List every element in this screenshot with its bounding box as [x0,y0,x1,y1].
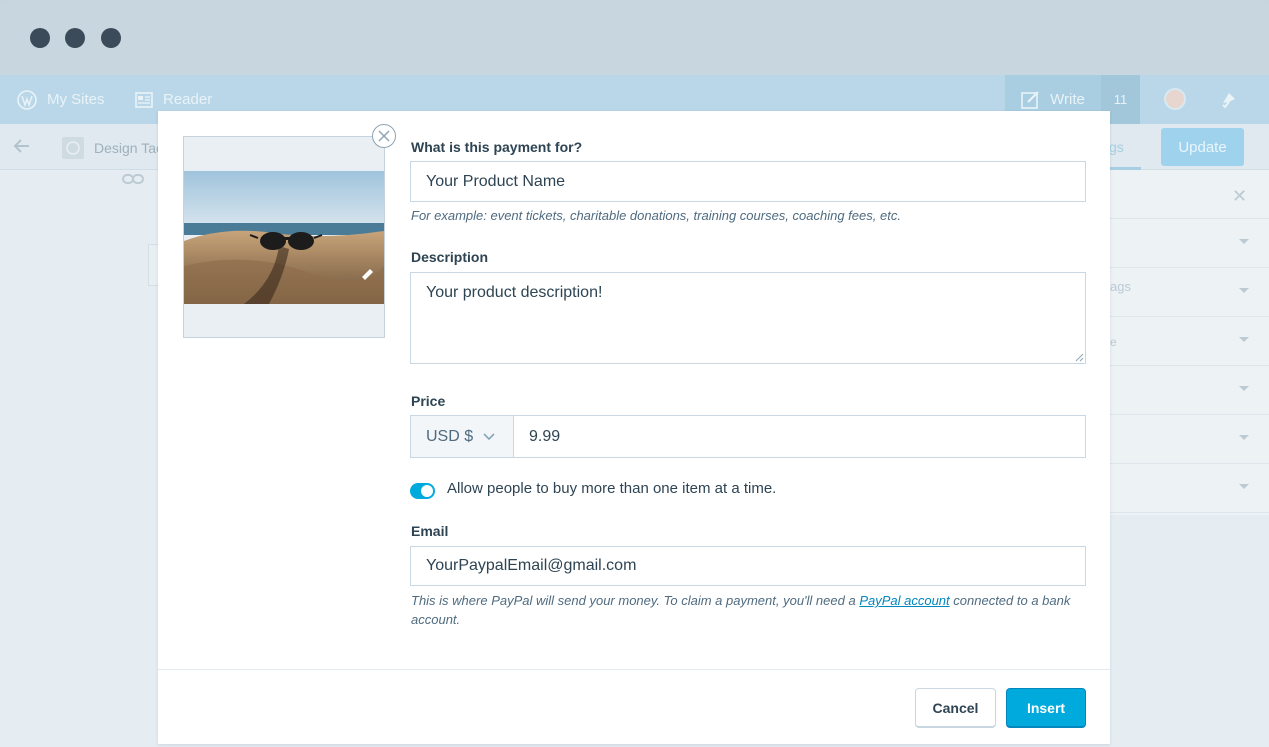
write-label: Write [1050,91,1085,108]
sidebar-close-icon[interactable]: ✕ [1232,186,1247,207]
toggle-knob [421,485,433,497]
editor-sidebar [1110,170,1269,515]
site-name-label: Design Tac [94,140,164,156]
sidebar-section-label: e [1110,335,1117,349]
remove-image-button[interactable] [372,124,396,148]
email-help-text: This is where PayPal will send your mone… [411,593,860,608]
wordpress-icon [17,89,37,110]
chevron-down-icon [1239,435,1249,440]
product-image [184,171,384,304]
sidebar-section[interactable] [1110,415,1269,464]
close-icon [378,130,390,142]
site-icon [62,137,84,159]
chevron-down-icon [1239,288,1249,293]
chevron-down-icon [1239,239,1249,244]
payment-for-label: What is this payment for? [411,139,583,155]
avatar[interactable] [1164,88,1186,110]
my-sites-link[interactable]: My Sites [17,75,105,124]
product-image-panel[interactable] [183,136,385,338]
multiple-items-label: Allow people to buy more than one item a… [447,480,777,497]
chevron-down-icon [1239,337,1249,342]
sidebar-section[interactable] [1110,317,1269,366]
sidebar-section[interactable] [1110,366,1269,415]
payment-for-help: For example: event tickets, charitable d… [411,208,901,223]
my-sites-label: My Sites [47,91,105,108]
write-icon [1021,91,1039,109]
sidebar-section[interactable] [1110,219,1269,268]
sidebar-tab-label[interactable]: gs [1109,139,1124,155]
back-arrow-icon[interactable] [12,136,32,161]
window-minimize-dot[interactable] [65,28,85,48]
paypal-account-link[interactable]: PayPal account [859,593,949,608]
price-input[interactable]: 9.99 [513,415,1086,458]
update-button[interactable]: Update [1161,128,1244,166]
chevron-down-icon [1239,484,1249,489]
price-label: Price [411,393,446,409]
description-textarea[interactable]: Your product description! [410,272,1086,364]
sidebar-section[interactable] [1110,464,1269,513]
currency-select[interactable]: USD $ [410,415,513,458]
email-label: Email [411,523,449,539]
sidebar-section-label: ags [1110,279,1131,294]
notifications-icon[interactable] [1219,75,1249,124]
currency-value: USD $ [426,427,474,445]
cancel-button[interactable]: Cancel [915,688,996,728]
chevron-down-icon [483,432,495,440]
product-name-input[interactable]: Your Product Name [410,161,1086,202]
email-help: This is where PayPal will send your mone… [411,591,1087,629]
reader-label: Reader [163,91,213,108]
reader-icon [135,91,153,108]
payment-button-dialog: What is this payment for? Your Product N… [158,111,1110,744]
window-titlebar [0,0,1269,75]
site-selector[interactable]: Design Tac [62,137,163,159]
multiple-items-toggle[interactable] [410,483,435,499]
window-close-dot[interactable] [30,28,50,48]
description-label: Description [411,249,489,265]
description-text: Your product description! [426,284,603,301]
email-input[interactable]: YourPaypalEmail@gmail.com [410,546,1086,586]
chevron-down-icon [1239,386,1249,391]
resize-handle-icon[interactable] [1075,353,1084,362]
sidebar-section[interactable] [1110,268,1269,317]
dialog-footer: Cancel Insert [158,669,1110,744]
window-maximize-dot[interactable] [101,28,121,48]
insert-button[interactable]: Insert [1006,688,1086,728]
link-icon[interactable] [122,172,144,191]
